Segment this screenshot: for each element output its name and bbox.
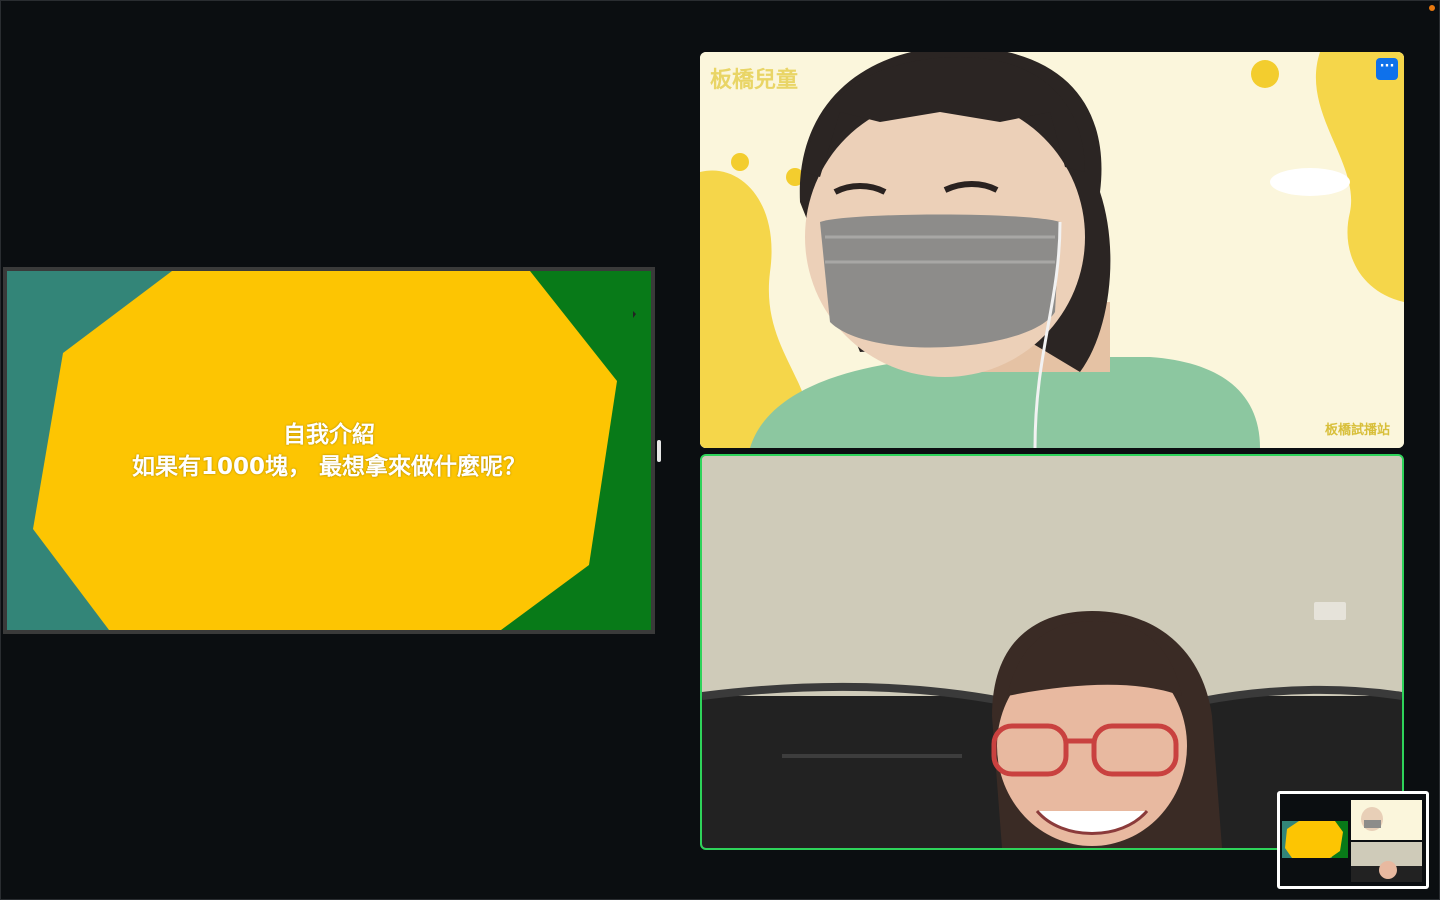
slide-question: 如果有1000塊， 最想拿來做什麼呢？ — [131, 454, 527, 480]
participant-1-background-footer: 板橋試播站 — [1324, 423, 1390, 438]
more-options-icon: ··· — [1379, 59, 1395, 74]
participant-1-background-title: 板橋兒童 — [710, 68, 799, 93]
meeting-mini-preview[interactable] — [1277, 791, 1429, 889]
presentation-slide: 自我介紹 如果有1000塊， 最想拿來做什麼呢？ — [7, 271, 651, 630]
slide-text: 自我介紹 如果有1000塊， 最想拿來做什麼呢？ — [7, 419, 651, 483]
participant-1-video-frame — [700, 52, 1404, 448]
participant-video-1[interactable]: 板橋兒童 板橋試播站 ··· — [700, 52, 1404, 448]
participant-2-video-frame — [702, 456, 1402, 848]
mini-preview-thumbnails — [1282, 800, 1422, 882]
meeting-window: 自我介紹 如果有1000塊， 最想拿來做什麼呢？ 板橋兒童 板橋試播站 ··· — [0, 0, 1440, 900]
record-indicator-icon — [1429, 5, 1435, 11]
slide-title: 自我介紹 — [283, 422, 375, 448]
more-options-button[interactable]: ··· — [1376, 58, 1398, 80]
cursor-icon — [633, 311, 636, 318]
shared-screen[interactable]: 自我介紹 如果有1000塊， 最想拿來做什麼呢？ — [3, 267, 655, 634]
split-resize-handle[interactable] — [657, 440, 661, 462]
